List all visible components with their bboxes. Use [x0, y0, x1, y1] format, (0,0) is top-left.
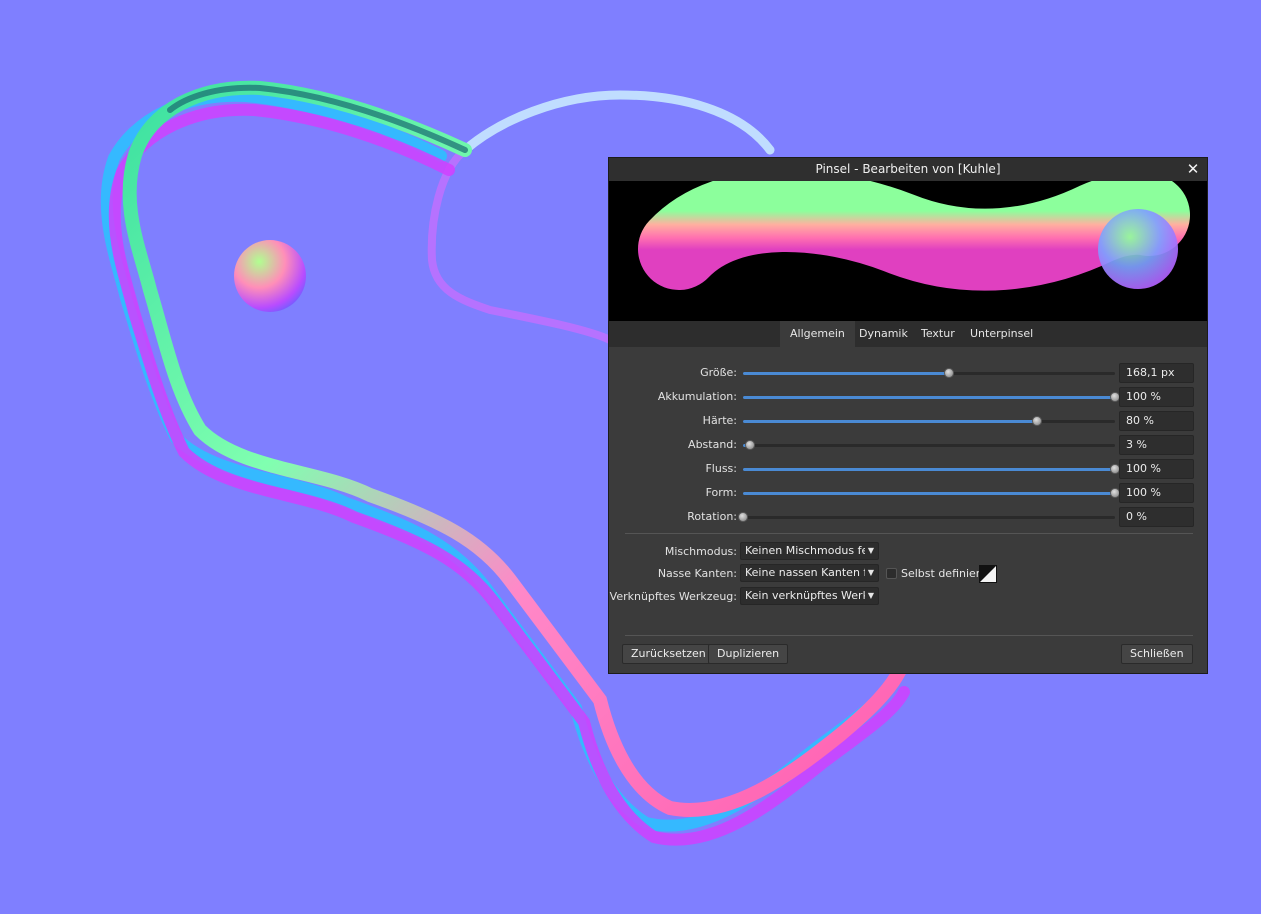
rotation-value-field[interactable]: 0 % [1119, 507, 1194, 527]
close-icon[interactable]: ✕ [1183, 159, 1203, 179]
wet-edges-label: Nasse Kanten: [657, 567, 737, 580]
param-row-hardness: Härte: 80 % [609, 411, 1209, 431]
tab-dynamik[interactable]: Dynamik [849, 321, 918, 347]
shape-slider-fill [743, 492, 1115, 495]
blend-mode-label: Mischmodus: [664, 545, 737, 558]
sphere-preview-ball [234, 240, 306, 312]
spacing-value-field[interactable]: 3 % [1119, 435, 1194, 455]
dialog-titlebar[interactable]: Pinsel - Bearbeiten von [Kuhle] ✕ [609, 158, 1207, 181]
linked-tool-dropdown[interactable]: Kein verknüpftes Werkze ▼ [740, 587, 879, 605]
wet-edges-value: Keine nassen Kanten fest [745, 566, 865, 579]
param-row-spacing: Abstand: 3 % [609, 435, 1209, 455]
param-row-size: Größe: 168,1 px [609, 363, 1209, 383]
close-button[interactable]: Schließen [1121, 644, 1193, 664]
param-row-accumulation: Akkumulation: 100 % [609, 387, 1209, 407]
accumulation-label: Akkumulation: [657, 390, 737, 403]
hardness-slider-handle[interactable] [1031, 416, 1042, 426]
linked-tool-row: Verknüpftes Werkzeug: Kein verknüpftes W… [609, 587, 1209, 607]
flow-label: Fluss: [705, 462, 737, 475]
section-divider [625, 533, 1193, 534]
spacing-label: Abstand: [688, 438, 737, 451]
hardness-label: Härte: [702, 414, 737, 427]
linked-tool-label: Verknüpftes Werkzeug: [609, 590, 737, 603]
size-value-field[interactable]: 168,1 px [1119, 363, 1194, 383]
tab-allgemein[interactable]: Allgemein [780, 321, 855, 347]
chevron-down-icon: ▼ [867, 591, 874, 600]
custom-profile-checkbox[interactable] [886, 568, 897, 579]
size-slider[interactable] [743, 368, 1115, 378]
accumulation-slider-fill [743, 396, 1115, 399]
brush-editor-dialog: Pinsel - Bearbeiten von [Kuhle] ✕ Allgem… [608, 157, 1208, 674]
rotation-label: Rotation: [687, 510, 737, 523]
hardness-slider-fill [743, 420, 1037, 423]
accumulation-value-field[interactable]: 100 % [1119, 387, 1194, 407]
duplicate-button[interactable]: Duplizieren [708, 644, 789, 664]
rotation-slider[interactable] [738, 512, 1115, 522]
size-label: Größe: [700, 366, 737, 379]
linked-tool-value: Kein verknüpftes Werkze [745, 589, 865, 602]
footer-divider [625, 635, 1193, 636]
tab-unterpinsel[interactable]: Unterpinsel [960, 321, 1043, 347]
hardness-value-field[interactable]: 80 % [1119, 411, 1194, 431]
shape-label: Form: [705, 486, 737, 499]
reset-button[interactable]: Zurücksetzen [622, 644, 715, 664]
dialog-title: Pinsel - Bearbeiten von [Kuhle] [815, 162, 1001, 176]
chevron-down-icon: ▼ [867, 568, 874, 577]
custom-profile-label: Selbst definiert [901, 567, 985, 580]
rotation-slider-handle[interactable] [738, 512, 748, 522]
flow-slider-fill [743, 468, 1115, 471]
blend-mode-row: Mischmodus: Keinen Mischmodus festl ▼ [609, 542, 1209, 562]
size-slider-handle[interactable] [944, 368, 955, 378]
wet-edges-dropdown[interactable]: Keine nassen Kanten fest ▼ [740, 564, 879, 582]
tab-bar: Allgemein Dynamik Textur Unterpinsel [609, 321, 1207, 347]
hardness-slider[interactable] [743, 416, 1115, 426]
shape-slider[interactable] [743, 488, 1120, 498]
brush-stroke-preview [609, 181, 1207, 321]
flow-value-field[interactable]: 100 % [1119, 459, 1194, 479]
flow-slider[interactable] [743, 464, 1120, 474]
spacing-slider-handle[interactable] [745, 440, 756, 450]
blend-mode-value: Keinen Mischmodus festl [745, 544, 865, 557]
shape-value-field[interactable]: 100 % [1119, 483, 1194, 503]
param-row-flow: Fluss: 100 % [609, 459, 1209, 479]
size-slider-fill [743, 372, 950, 375]
param-row-rotation: Rotation: 0 % [609, 507, 1209, 527]
profile-curve-icon[interactable] [979, 565, 997, 583]
param-row-shape: Form: 100 % [609, 483, 1209, 503]
accumulation-slider[interactable] [743, 392, 1120, 402]
wet-edges-row: Nasse Kanten: Keine nassen Kanten fest ▼… [609, 564, 1209, 584]
blend-mode-dropdown[interactable]: Keinen Mischmodus festl ▼ [740, 542, 879, 560]
tab-textur[interactable]: Textur [911, 321, 965, 347]
chevron-down-icon: ▼ [867, 546, 874, 555]
spacing-slider[interactable] [743, 440, 1115, 450]
